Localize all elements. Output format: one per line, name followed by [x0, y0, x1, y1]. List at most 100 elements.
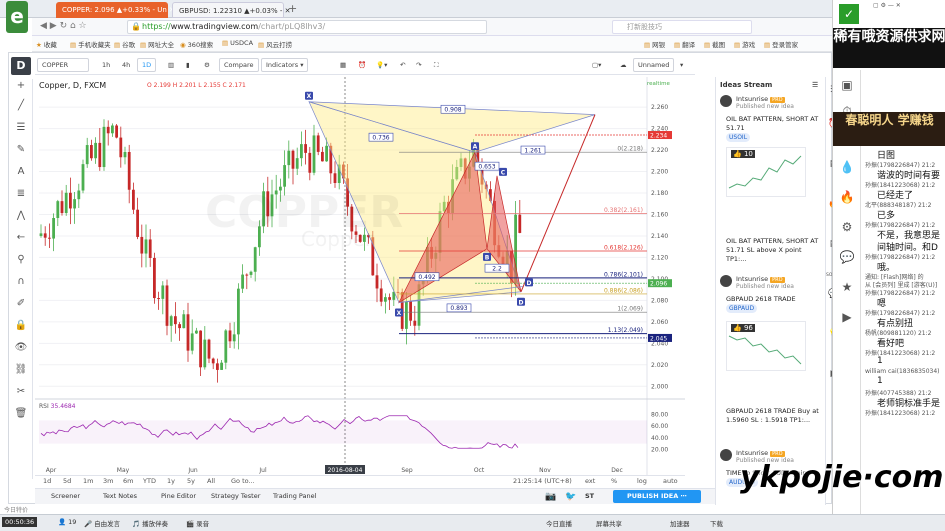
fullscreen-icon[interactable]: ⛶: [429, 58, 444, 72]
timeframe-9[interactable]: Go to...: [231, 477, 255, 485]
idea-title[interactable]: GBPAUD 2618 TRADE GBPAUD: [726, 295, 822, 313]
trend-line-icon[interactable]: ╱: [14, 99, 28, 113]
timeframe-0[interactable]: 1d: [43, 477, 51, 485]
layout-select-icon[interactable]: ▢▾: [587, 58, 606, 72]
bookmark-item[interactable]: ◉ 360搜索: [180, 39, 213, 49]
bookmark-item[interactable]: ▤ 网址大全: [140, 39, 174, 49]
save-icon[interactable]: ▾: [675, 58, 688, 72]
interval-1h[interactable]: 1h: [97, 58, 115, 72]
bar-style-icon[interactable]: ▮: [181, 58, 195, 72]
timeframe-4[interactable]: 6m: [123, 477, 133, 485]
bookmark-item[interactable]: ▤ 手机收藏夹: [70, 39, 111, 49]
zoom-icon[interactable]: ⚲: [14, 253, 28, 267]
interval-1d[interactable]: 1D: [137, 58, 157, 72]
timeframe-6[interactable]: 1y: [167, 477, 175, 485]
tab-trading-panel[interactable]: Trading Panel: [273, 492, 316, 500]
scale-3[interactable]: auto: [663, 477, 678, 485]
magnet-icon[interactable]: ∩: [14, 275, 28, 289]
bookmark-right-item[interactable]: ▤ 翻译: [674, 39, 695, 49]
back-arrow-icon[interactable]: ←: [14, 231, 28, 245]
timeframe-3[interactable]: 3m: [103, 477, 113, 485]
browser-tab-gbpusd[interactable]: GBPUSD: 1.22310 ▲+0.03% - ✕: [172, 2, 291, 18]
twitter-icon[interactable]: 🐦: [565, 492, 576, 502]
tab-pine-editor[interactable]: Pine Editor: [161, 492, 196, 500]
live-today-button[interactable]: 今日直播: [546, 518, 572, 528]
symbol-search-input[interactable]: COPPER: [37, 58, 89, 72]
timeframe-7[interactable]: 5y: [187, 477, 195, 485]
chat-header-controls[interactable]: ▢ ⚙ — ✕: [873, 2, 901, 9]
crosshair-icon[interactable]: +: [14, 79, 28, 93]
layout-name-button[interactable]: Unnamed: [633, 58, 675, 72]
text-tool-icon[interactable]: A: [14, 165, 28, 179]
bookmark-right-item[interactable]: ▤ 网银: [644, 39, 665, 49]
brush-icon[interactable]: ✎: [14, 143, 28, 157]
undo-icon[interactable]: ↶: [395, 58, 410, 72]
free-speak-button[interactable]: 🎤 自由发言: [84, 518, 120, 528]
browser-tab-copper[interactable]: COPPER: 2.096 ▲+0.33% - Un ✕: [56, 2, 175, 18]
redo-icon[interactable]: ↷: [411, 58, 426, 72]
publish-idea-button[interactable]: PUBLISH IDEA ⋯: [613, 490, 701, 503]
tv-logo[interactable]: D: [11, 57, 31, 75]
camera-icon[interactable]: 📷: [545, 492, 556, 502]
new-tab-button[interactable]: +: [288, 2, 297, 15]
bookmark-right-item[interactable]: ▤ 截图: [704, 39, 725, 49]
timeframe-2[interactable]: 1m: [83, 477, 93, 485]
screen-share-button[interactable]: 屏幕共享: [596, 518, 622, 528]
bookmark-right-item[interactable]: ▤ 登录管家: [764, 39, 798, 49]
check-icon[interactable]: ✓: [839, 4, 859, 24]
candle-body: [295, 158, 299, 169]
alert-icon[interactable]: ⏰: [353, 58, 371, 72]
chart-type-icon[interactable]: ▥: [163, 58, 179, 72]
bookmark-item[interactable]: ★ 收藏: [36, 39, 57, 49]
fib-tool-icon[interactable]: ≣: [14, 187, 28, 201]
idea-author[interactable]: Intsunrise PRO: [736, 95, 785, 103]
idea-author[interactable]: Intsunrise PRO: [736, 449, 785, 457]
stocktwits-icon[interactable]: ST: [585, 492, 594, 500]
ideas-menu-icon[interactable]: ☰: [812, 81, 818, 89]
timeframe-8[interactable]: All: [207, 477, 215, 485]
lock-tool-icon[interactable]: 🔒: [14, 319, 28, 333]
idea-thumbnail[interactable]: 👍 96: [726, 321, 806, 371]
interval-4h[interactable]: 4h: [117, 58, 135, 72]
idea-author[interactable]: Intsunrise PRO: [736, 275, 785, 283]
url-input[interactable]: 🔒 https://www.tradingview.com/chart/pLQ8…: [127, 20, 487, 34]
cloud-icon[interactable]: ☁: [615, 58, 632, 72]
remove-drawings-icon[interactable]: ✂: [14, 385, 28, 399]
accelerator-button[interactable]: 加速器: [670, 518, 690, 528]
tab-text-notes[interactable]: Text Notes: [103, 492, 137, 500]
timeframe-5[interactable]: YTD: [143, 477, 156, 485]
tab-screener[interactable]: Screener: [51, 492, 80, 500]
scale-1[interactable]: %: [611, 477, 617, 485]
chart-pane[interactable]: 2.260 2.240 2.220 2.200 2.180 2.160 2.140 2.120…: [35, 77, 685, 475]
indicators-button[interactable]: Indicators ▾: [261, 58, 309, 72]
trash-icon[interactable]: 🗑: [14, 407, 28, 421]
chat-ad-banner[interactable]: 春聪明人 学赚钱: [833, 112, 945, 146]
video-icon[interactable]: ▣: [839, 78, 855, 92]
bookmark-item[interactable]: ▤ 谷歌: [114, 39, 135, 49]
tab-strategy-tester[interactable]: Strategy Tester: [211, 492, 260, 500]
bookmark-right-item[interactable]: ▤ 游戏: [734, 39, 755, 49]
templates-icon[interactable]: ▦: [335, 58, 351, 72]
horizontal-lines-icon[interactable]: ☰: [14, 121, 28, 135]
idea-thumbnail[interactable]: 👍 10: [726, 147, 806, 197]
download-button[interactable]: 下载: [710, 518, 723, 528]
bulb-icon[interactable]: 💡▾: [371, 58, 392, 72]
timeframe-1[interactable]: 5d: [63, 477, 71, 485]
settings-gear-icon[interactable]: ⚙: [199, 58, 215, 72]
web-search-input[interactable]: 打新股技巧: [612, 20, 752, 34]
link-icon[interactable]: ⛓: [14, 363, 28, 377]
record-button[interactable]: 🎬 录音: [186, 518, 209, 528]
nav-buttons[interactable]: ◀ ▶ ↻ ⌂ ☆: [40, 21, 87, 31]
scale-2[interactable]: log: [637, 477, 647, 485]
pencil-icon[interactable]: ✐: [14, 297, 28, 311]
price-chart[interactable]: 2.2602.2402.2202.2002.1802.1602.1402.120…: [35, 77, 685, 475]
scale-0[interactable]: ext: [585, 477, 595, 485]
clock[interactable]: 21:25:14 (UTC+8): [513, 477, 572, 485]
bookmark-item[interactable]: ▤ 风云打捞: [258, 39, 292, 49]
accompany-button[interactable]: 🎵 播放伴奏: [132, 518, 168, 528]
idea-title[interactable]: OIL BAT PATTERN, SHORT AT 51.71 USOIL: [726, 115, 822, 142]
bookmark-item[interactable]: ▤ USDCA: [222, 39, 253, 47]
compare-button[interactable]: Compare: [219, 58, 259, 72]
pattern-tool-icon[interactable]: ⋀: [14, 209, 28, 223]
eye-icon[interactable]: 👁: [14, 341, 28, 355]
